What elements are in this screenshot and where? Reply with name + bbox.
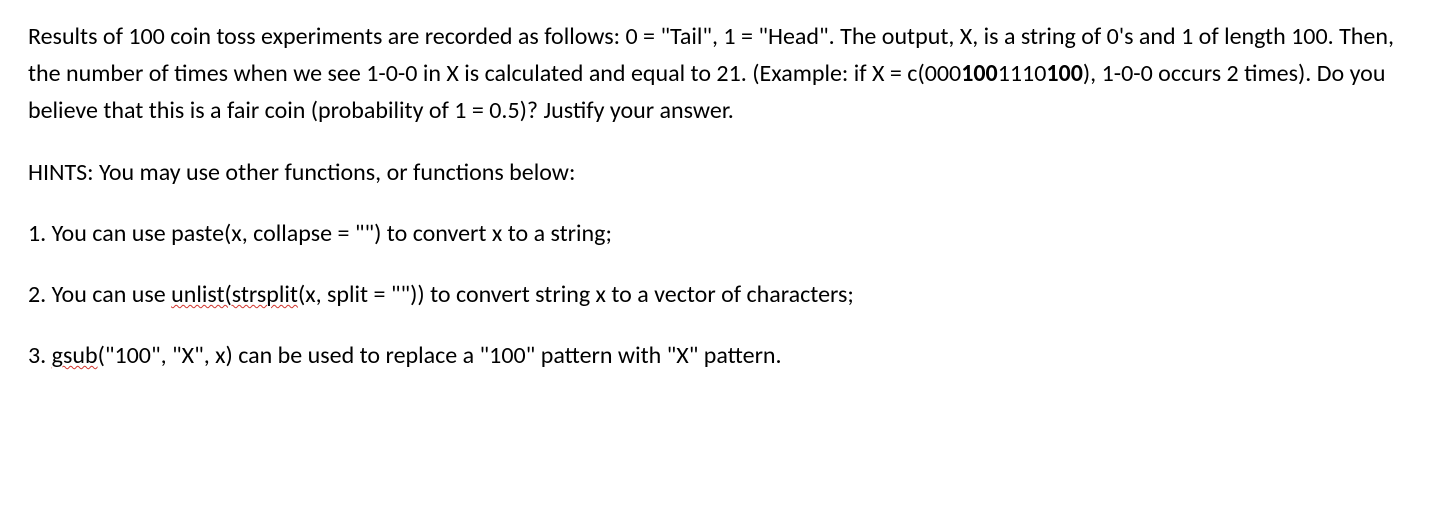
sequence-part: 000 — [925, 59, 962, 88]
sequence-bold: 100 — [1046, 59, 1083, 88]
text-segment: 3. — [28, 341, 52, 370]
text-segment: ("100", "X", x) can be used to replace a… — [98, 341, 782, 370]
hint-3: 3. gsub("100", "X", x) can be used to re… — [28, 337, 1402, 374]
problem-statement: Results of 100 coin toss experiments are… — [28, 18, 1402, 130]
sequence-bold: 100 — [961, 59, 998, 88]
hints-heading: HINTS: You may use other functions, or f… — [28, 154, 1402, 191]
text-segment: 2. You can use — [28, 280, 171, 309]
spellcheck-underline: gsub — [52, 341, 98, 370]
spellcheck-underline: unlist(strsplit — [171, 280, 298, 309]
hint-2: 2. You can use unlist(strsplit(x, split … — [28, 276, 1402, 313]
sequence-part: 1110 — [998, 59, 1047, 88]
hint-1: 1. You can use paste(x, collapse = "") t… — [28, 215, 1402, 252]
text-segment: (x, split = "")) to convert string x to … — [298, 280, 854, 309]
